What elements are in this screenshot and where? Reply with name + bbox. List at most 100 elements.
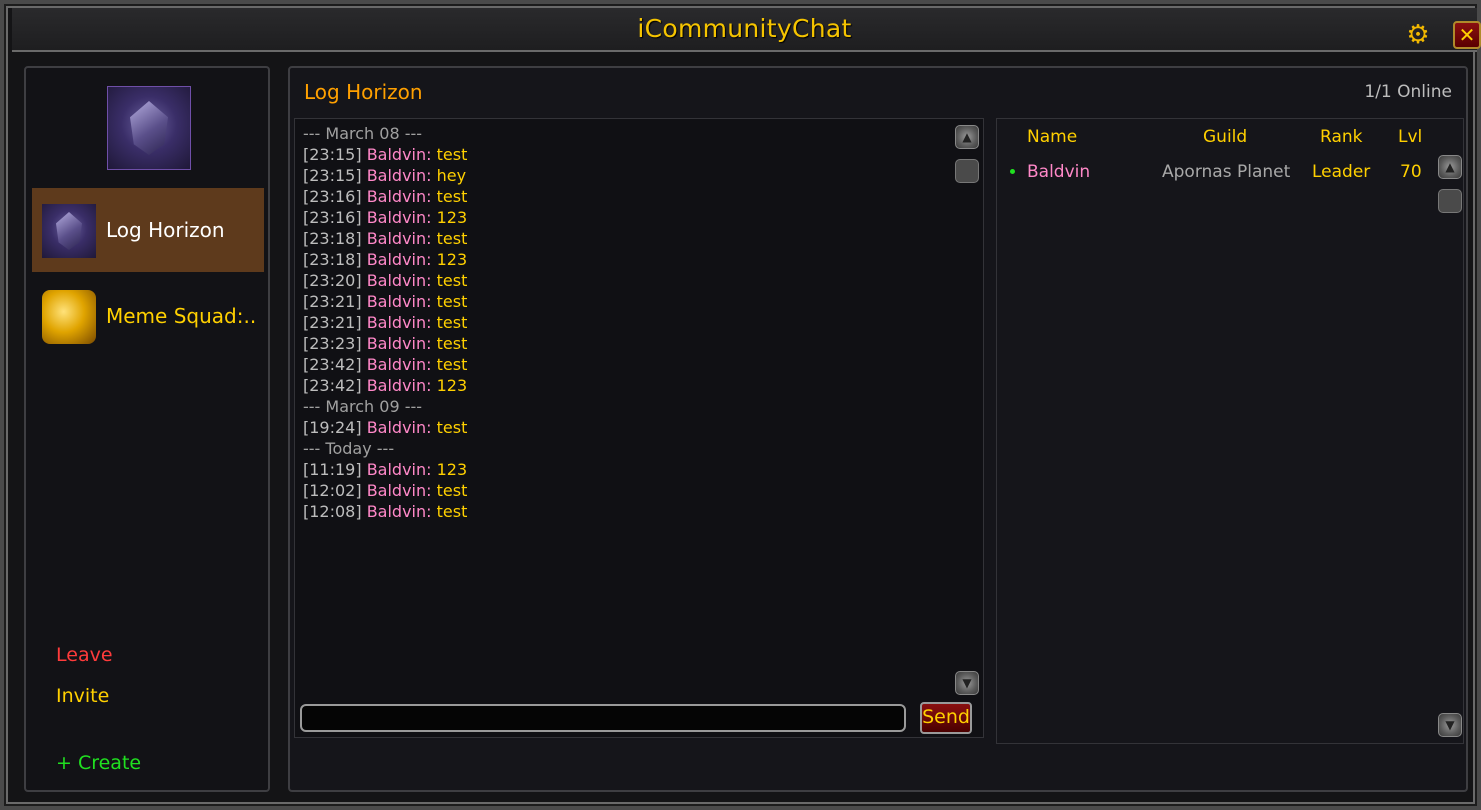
community-portrait-icon: [107, 86, 191, 170]
message-text: test: [436, 502, 468, 521]
date-separator-text: --- March 09 ---: [303, 397, 423, 416]
message-timestamp: [23:18]: [303, 229, 362, 248]
date-separator-text: --- March 08 ---: [303, 124, 423, 143]
roster-scroll-up-button[interactable]: ▲: [1438, 155, 1462, 179]
scroll-down-button[interactable]: ▼: [955, 671, 979, 695]
message-text: test: [436, 313, 468, 332]
message-timestamp: [23:20]: [303, 271, 362, 290]
leave-button[interactable]: Leave: [56, 644, 113, 666]
gold-coins-icon: [42, 290, 96, 344]
message-author[interactable]: Baldvin:: [367, 334, 432, 353]
member-rank: Leader: [1312, 162, 1371, 182]
message-author[interactable]: Baldvin:: [367, 208, 432, 227]
sidebar-item-log-horizon[interactable]: Log Horizon: [32, 188, 264, 272]
chat-message: [23:15] Baldvin: test: [303, 144, 943, 165]
message-timestamp: [23:18]: [303, 250, 362, 269]
message-text: 123: [436, 376, 468, 395]
message-author[interactable]: Baldvin:: [367, 145, 432, 164]
chat-message: [23:16] Baldvin: test: [303, 186, 943, 207]
window-title: iCommunityChat: [637, 14, 852, 43]
message-timestamp: [23:21]: [303, 292, 362, 311]
message-author[interactable]: Baldvin:: [367, 481, 432, 500]
message-text: hey: [436, 166, 467, 185]
message-timestamp: [23:15]: [303, 145, 362, 164]
chat-message: [23:42] Baldvin: test: [303, 354, 943, 375]
message-input[interactable]: [300, 704, 906, 732]
message-text: test: [436, 187, 468, 206]
sidebar-item-meme-squad[interactable]: Meme Squad:..: [32, 274, 264, 358]
online-count: 1/1 Online: [1364, 82, 1452, 102]
column-header-guild[interactable]: Guild: [1203, 127, 1247, 147]
message-author[interactable]: Baldvin:: [367, 355, 432, 374]
message-author[interactable]: Baldvin:: [367, 166, 432, 185]
roster-scroll-thumb[interactable]: [1438, 189, 1462, 213]
chat-message: [23:21] Baldvin: test: [303, 312, 943, 333]
message-timestamp: [19:24]: [303, 418, 362, 437]
purple-gem-icon: [130, 101, 168, 155]
chat-message: [12:08] Baldvin: test: [303, 501, 943, 522]
purple-gem-icon: [42, 204, 96, 258]
chat-message: [23:18] Baldvin: test: [303, 228, 943, 249]
column-header-level[interactable]: Lvl: [1398, 127, 1422, 147]
chat-log[interactable]: --- March 08 --- [23:15] Baldvin: test [23…: [294, 118, 984, 738]
chat-lines: --- March 08 --- [23:15] Baldvin: test [23…: [303, 123, 943, 522]
scroll-up-button[interactable]: ▲: [955, 125, 979, 149]
chat-window: iCommunityChat ⚙ ✕ Log Horizon Meme Squa…: [0, 0, 1481, 810]
close-icon[interactable]: ✕: [1453, 21, 1481, 49]
message-timestamp: [23:16]: [303, 187, 362, 206]
member-roster: Name Guild Rank Lvl Baldvin Apornas Plan…: [996, 118, 1464, 744]
message-text: test: [436, 334, 468, 353]
message-author[interactable]: Baldvin:: [367, 502, 432, 521]
message-author[interactable]: Baldvin:: [367, 229, 432, 248]
message-author[interactable]: Baldvin:: [367, 313, 432, 332]
message-author[interactable]: Baldvin:: [367, 376, 432, 395]
send-button[interactable]: Send: [920, 702, 972, 734]
chat-message: [23:20] Baldvin: test: [303, 270, 943, 291]
message-author[interactable]: Baldvin:: [367, 271, 432, 290]
message-timestamp: [23:42]: [303, 355, 362, 374]
message-author[interactable]: Baldvin:: [367, 460, 432, 479]
member-guild: Apornas Planet: [1162, 162, 1291, 182]
message-author[interactable]: Baldvin:: [367, 418, 432, 437]
message-text: 123: [436, 250, 468, 269]
gear-icon[interactable]: ⚙: [1405, 22, 1431, 48]
column-header-name[interactable]: Name: [1027, 127, 1077, 147]
member-name: Baldvin: [1027, 162, 1091, 182]
roster-scroll-down-button[interactable]: ▼: [1438, 713, 1462, 737]
message-text: test: [436, 481, 468, 500]
message-author[interactable]: Baldvin:: [367, 250, 432, 269]
date-separator-text: --- Today ---: [303, 439, 395, 458]
chat-message: [12:02] Baldvin: test: [303, 480, 943, 501]
community-panel: Log Horizon 1/1 Online --- March 08 ---[…: [288, 66, 1468, 792]
message-timestamp: [12:02]: [303, 481, 362, 500]
message-timestamp: [23:23]: [303, 334, 362, 353]
date-separator: --- Today ---: [303, 438, 943, 459]
scroll-thumb[interactable]: [955, 159, 979, 183]
chat-message: [23:23] Baldvin: test: [303, 333, 943, 354]
message-timestamp: [23:42]: [303, 376, 362, 395]
chat-message: [23:18] Baldvin: 123: [303, 249, 943, 270]
gem-shape: [56, 212, 82, 250]
chat-message: [23:16] Baldvin: 123: [303, 207, 943, 228]
chat-message: [23:15] Baldvin: hey: [303, 165, 943, 186]
message-text: test: [436, 355, 468, 374]
sidebar-item-label: Meme Squad:..: [106, 304, 257, 328]
create-button[interactable]: + Create: [56, 752, 141, 774]
community-title: Log Horizon: [304, 80, 423, 104]
sidebar-item-label: Log Horizon: [106, 218, 225, 242]
date-separator: --- March 08 ---: [303, 123, 943, 144]
message-timestamp: [23:21]: [303, 313, 362, 332]
member-level: 70: [1400, 162, 1422, 182]
message-text: test: [436, 292, 468, 311]
message-timestamp: [23:16]: [303, 208, 362, 227]
column-header-rank[interactable]: Rank: [1320, 127, 1362, 147]
message-text: test: [436, 145, 468, 164]
message-text: test: [436, 418, 468, 437]
chat-message: [11:19] Baldvin: 123: [303, 459, 943, 480]
chat-message: [19:24] Baldvin: test: [303, 417, 943, 438]
message-author[interactable]: Baldvin:: [367, 187, 432, 206]
online-status-icon: [1010, 169, 1015, 174]
message-author[interactable]: Baldvin:: [367, 292, 432, 311]
invite-button[interactable]: Invite: [56, 685, 109, 707]
title-bar[interactable]: iCommunityChat ⚙ ✕: [12, 8, 1481, 52]
